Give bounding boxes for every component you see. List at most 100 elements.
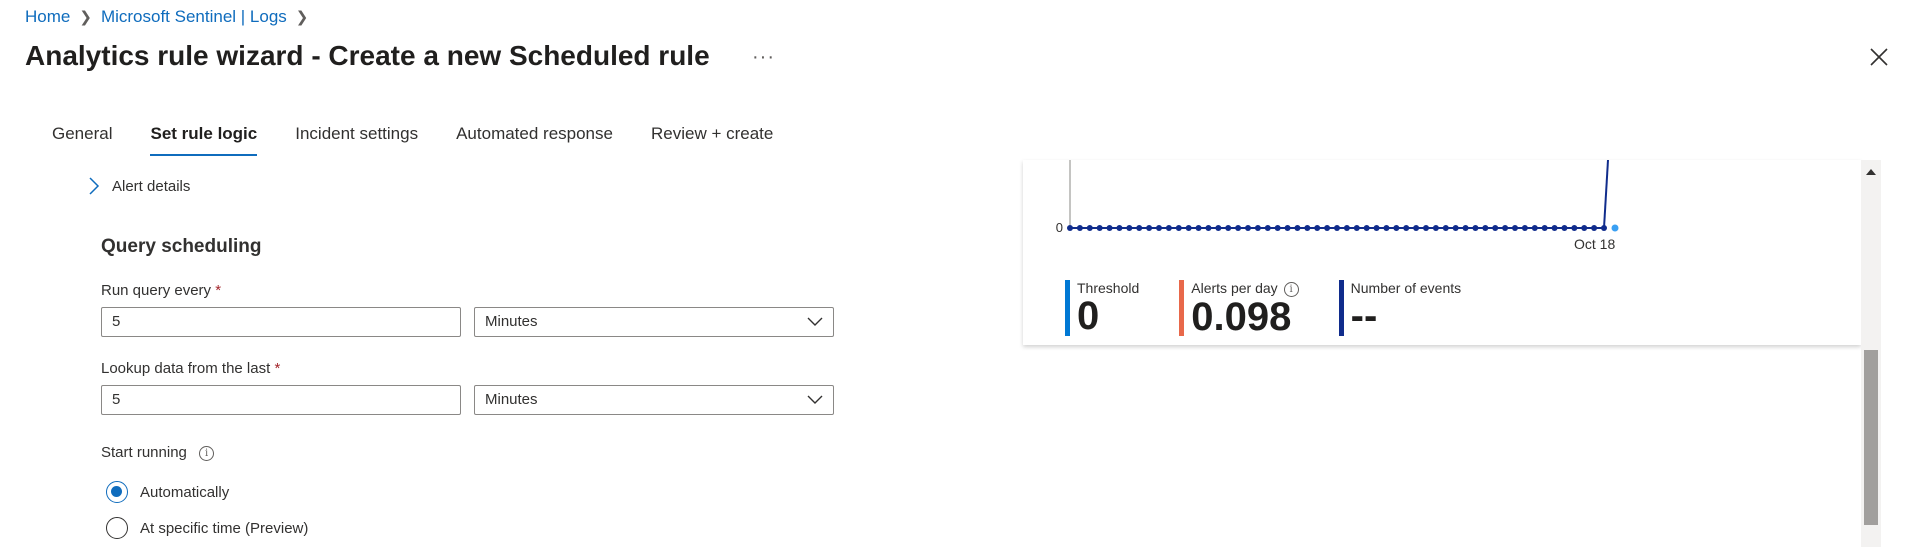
series-point xyxy=(1284,225,1291,231)
series-point xyxy=(1551,225,1558,231)
analytics-rule-wizard-page: Home ❯ Microsoft Sentinel | Logs ❯ Analy… xyxy=(0,0,1905,547)
radio-button[interactable] xyxy=(106,517,128,539)
wizard-tabs: General Set rule logic Incident settings… xyxy=(52,124,811,156)
page-title: Analytics rule wizard - Create a new Sch… xyxy=(25,40,710,71)
series-point xyxy=(1195,225,1202,231)
series-point xyxy=(1146,225,1153,231)
series-point xyxy=(1413,225,1420,231)
series-point xyxy=(1512,225,1518,231)
series-point xyxy=(1561,225,1568,231)
y-tick-label: 0 xyxy=(1056,220,1063,235)
metric-color-bar xyxy=(1065,280,1070,336)
series-point xyxy=(1185,225,1192,231)
alert-details-expander[interactable]: Alert details xyxy=(88,176,190,196)
series-point xyxy=(1502,225,1509,231)
info-icon[interactable]: i xyxy=(199,445,215,461)
series-point xyxy=(1343,225,1350,231)
chevron-right-icon xyxy=(89,177,100,195)
radio-label: Automatically xyxy=(140,483,230,501)
lookup-data-unit-value: Minutes xyxy=(485,391,538,408)
run-query-every-input[interactable]: 5 xyxy=(101,307,461,337)
series-point xyxy=(1581,225,1588,231)
series-point xyxy=(1254,225,1261,231)
series-point xyxy=(1245,225,1251,231)
tab-review-create[interactable]: Review + create xyxy=(651,124,773,156)
series-point xyxy=(1175,225,1182,231)
series-points xyxy=(1067,225,1607,231)
series-point xyxy=(1274,225,1281,231)
radio-label: At specific time (Preview) xyxy=(140,519,309,537)
lookup-data-label: Lookup data from the last * xyxy=(101,360,280,377)
series-spike xyxy=(1603,160,1609,229)
series-point xyxy=(1363,225,1370,231)
chevron-right-icon: ❯ xyxy=(295,9,309,26)
series-point xyxy=(1264,225,1271,231)
lookup-data-text: Lookup data from the last xyxy=(101,360,271,377)
series-point xyxy=(1067,225,1073,231)
metric-label: Alerts per day xyxy=(1191,280,1278,296)
series-point xyxy=(1324,225,1331,231)
required-marker: * xyxy=(274,360,281,377)
chart-metrics: Threshold 0 Alerts per day i 0.098 Number… xyxy=(1065,280,1501,339)
start-running-label: Start running i xyxy=(101,444,215,461)
series-point xyxy=(1096,225,1103,231)
series-point xyxy=(1472,225,1479,231)
scroll-up-arrow-icon[interactable] xyxy=(1866,168,1876,176)
radio-specific-time[interactable]: At specific time (Preview) xyxy=(106,517,308,539)
radio-button[interactable] xyxy=(106,481,128,503)
series-point xyxy=(1541,225,1548,231)
series-point xyxy=(1462,225,1469,231)
run-query-every-label: Run query every * xyxy=(101,282,221,299)
breadcrumb-home[interactable]: Home xyxy=(25,7,70,27)
series-point xyxy=(1393,225,1400,231)
metric-alerts-per-day: Alerts per day i 0.098 xyxy=(1179,280,1299,339)
series-point xyxy=(1531,225,1538,231)
scrollbar-thumb[interactable] xyxy=(1864,350,1878,525)
breadcrumb-sentinel-logs[interactable]: Microsoft Sentinel | Logs xyxy=(101,7,287,27)
series-point xyxy=(1136,225,1143,231)
metric-color-bar xyxy=(1338,280,1344,336)
breadcrumb: Home ❯ Microsoft Sentinel | Logs ❯ xyxy=(25,7,317,27)
series-point xyxy=(1403,225,1410,231)
tab-incident-settings[interactable]: Incident settings xyxy=(295,124,418,156)
series-point xyxy=(1432,225,1439,231)
chevron-right-icon: ❯ xyxy=(79,9,92,26)
run-query-every-unit-dropdown[interactable]: Minutes xyxy=(474,307,834,337)
series-point xyxy=(1126,225,1133,231)
series-point xyxy=(1571,225,1578,231)
series-point xyxy=(1165,225,1172,231)
series-point xyxy=(1304,225,1311,231)
series-point xyxy=(1076,225,1083,231)
series-point xyxy=(1116,225,1123,231)
series-point xyxy=(1383,225,1390,231)
series-point xyxy=(1492,225,1499,231)
close-icon[interactable] xyxy=(1868,46,1890,68)
series-point xyxy=(1205,225,1212,231)
tab-set-rule-logic[interactable]: Set rule logic xyxy=(150,124,257,156)
series-point xyxy=(1373,225,1380,231)
metric-value: 0 xyxy=(1077,294,1100,338)
metric-number-of-events: Number of events -- xyxy=(1338,280,1461,338)
x-tick-label: Oct 18 xyxy=(1574,236,1615,252)
series-point xyxy=(1086,225,1093,231)
series-point xyxy=(1156,225,1162,231)
series-point-last xyxy=(1611,224,1619,232)
tab-automated-response[interactable]: Automated response xyxy=(456,124,613,156)
tab-general[interactable]: General xyxy=(52,124,112,156)
lookup-data-unit-dropdown[interactable]: Minutes xyxy=(474,385,834,415)
metric-value: -- xyxy=(1350,294,1378,338)
lookup-data-input[interactable]: 5 xyxy=(101,385,461,415)
required-marker: * xyxy=(215,282,222,299)
series-point xyxy=(1235,225,1242,231)
metric-color-bar xyxy=(1179,280,1185,336)
radio-automatically[interactable]: Automatically xyxy=(106,481,229,503)
series-point xyxy=(1591,225,1598,231)
query-scheduling-heading: Query scheduling xyxy=(101,236,262,257)
more-options-button[interactable]: ··· xyxy=(752,46,775,69)
run-query-every-text: Run query every xyxy=(101,282,212,299)
series-point xyxy=(1106,225,1113,231)
series-point xyxy=(1442,225,1449,231)
metric-value: 0.098 xyxy=(1191,294,1292,339)
series-point xyxy=(1215,225,1222,231)
series-point xyxy=(1452,225,1459,231)
